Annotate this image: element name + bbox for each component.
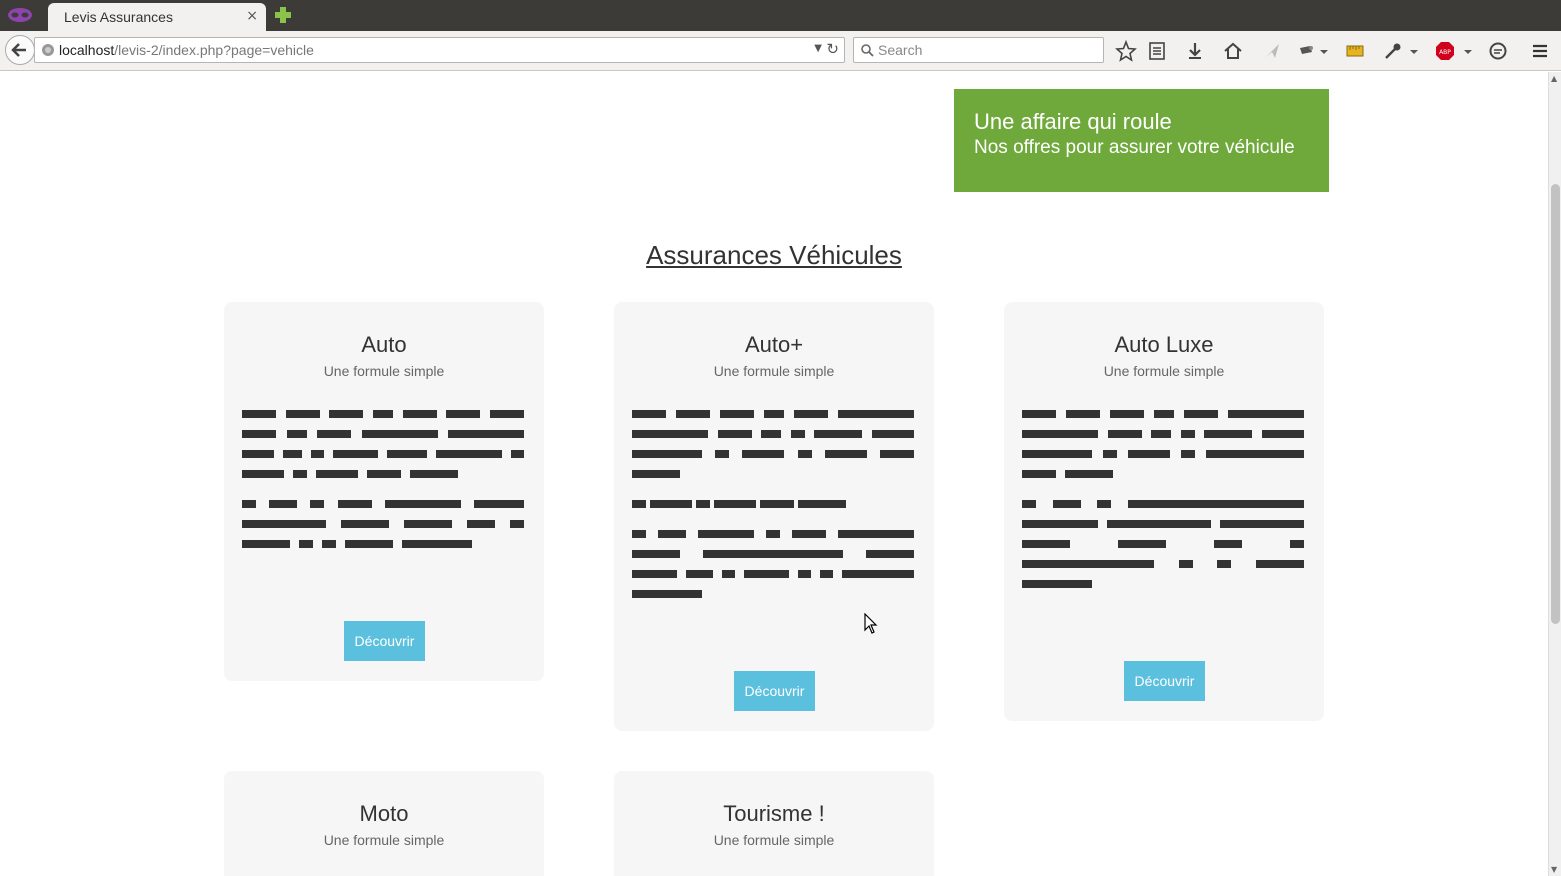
scrollbar-thumb[interactable] xyxy=(1551,184,1560,624)
tab-close-icon[interactable]: × xyxy=(246,8,258,24)
offer-card-auto: Auto Une formule simple Découvrir xyxy=(224,302,544,681)
page-viewport: Une affaire qui roule Nos offres pour as… xyxy=(0,72,1548,876)
tab-title: Levis Assurances xyxy=(64,9,173,25)
new-tab-plus-icon[interactable] xyxy=(273,5,293,25)
eyedropper-icon[interactable] xyxy=(1382,40,1404,62)
app-mask-icon[interactable] xyxy=(7,6,33,24)
card-subtitle: Une formule simple xyxy=(323,363,445,379)
offer-card-moto: Moto Une formule simple xyxy=(224,771,544,876)
ruler-icon[interactable] xyxy=(1344,40,1366,62)
reload-icon[interactable]: ↻ xyxy=(826,40,839,58)
redacted-description xyxy=(242,404,524,554)
url-host: localhost xyxy=(59,42,115,58)
navigation-toolbar: localhost/levis-2/index.php?page=vehicle… xyxy=(0,31,1561,71)
url-bar[interactable]: localhost/levis-2/index.php?page=vehicle… xyxy=(34,37,845,63)
card-title: Moto xyxy=(359,801,409,826)
home-icon[interactable] xyxy=(1222,40,1244,62)
search-placeholder: Search xyxy=(878,42,923,58)
extension-icon[interactable] xyxy=(1295,40,1317,62)
url-dropdown-icon[interactable]: ▼ xyxy=(814,43,822,54)
discover-button[interactable]: Découvrir xyxy=(734,671,815,711)
adblock-icon[interactable]: ABP xyxy=(1434,40,1456,62)
banner-title: Une affaire qui roule xyxy=(974,109,1172,134)
url-path: /levis-2/index.php?page=vehicle xyxy=(114,42,314,58)
search-bar[interactable]: Search xyxy=(853,37,1104,63)
card-subtitle: Une formule simple xyxy=(713,363,835,379)
discover-button[interactable]: Découvrir xyxy=(1124,661,1205,701)
scroll-down-icon[interactable]: ▼ xyxy=(1551,865,1557,874)
hamburger-menu-icon[interactable] xyxy=(1529,40,1551,62)
download-icon[interactable] xyxy=(1184,40,1206,62)
vertical-scrollbar[interactable]: ▲ ▼ xyxy=(1548,72,1561,876)
section-title: Assurances Véhicules xyxy=(646,240,902,270)
card-title: Auto Luxe xyxy=(1114,332,1214,357)
scroll-up-icon[interactable]: ▲ xyxy=(1551,74,1557,83)
bookmark-star-icon[interactable] xyxy=(1115,40,1137,62)
banner-subtitle: Nos offres pour assurer votre véhicule xyxy=(974,137,1295,158)
card-subtitle: Une formule simple xyxy=(713,832,835,848)
globe-icon xyxy=(42,44,54,56)
send-icon[interactable] xyxy=(1261,40,1283,62)
browser-tab[interactable]: Levis Assurances × xyxy=(48,3,266,31)
card-subtitle: Une formule simple xyxy=(323,832,445,848)
card-title: Auto+ xyxy=(744,332,804,357)
adblock-dropdown-icon[interactable] xyxy=(1462,40,1474,62)
card-title: Auto xyxy=(361,332,407,357)
svg-text:ABP: ABP xyxy=(1439,49,1451,56)
offer-card-auto-plus: Auto+ Une formule simple Découvrir xyxy=(614,302,934,731)
chat-icon[interactable] xyxy=(1487,40,1509,62)
discover-button[interactable]: Découvrir xyxy=(344,621,425,661)
back-arrow-icon xyxy=(11,43,26,57)
mouse-cursor-icon xyxy=(864,613,878,634)
eyedropper-dropdown-icon[interactable] xyxy=(1408,40,1420,62)
back-button[interactable] xyxy=(5,35,35,65)
extension-dropdown-icon[interactable] xyxy=(1318,40,1330,62)
redacted-description xyxy=(1022,404,1304,594)
offer-card-auto-luxe: Auto Luxe Une formule simple Découvrir xyxy=(1004,302,1324,721)
search-icon xyxy=(861,44,874,57)
card-title: Tourisme ! xyxy=(723,801,825,826)
offer-card-tourisme: Tourisme ! Une formule simple xyxy=(614,771,934,876)
redacted-description xyxy=(632,404,914,604)
promo-banner: Une affaire qui roule Nos offres pour as… xyxy=(954,89,1329,192)
tab-bar: Levis Assurances × xyxy=(0,0,1561,31)
url-text[interactable]: localhost/levis-2/index.php?page=vehicle xyxy=(59,42,314,58)
card-subtitle: Une formule simple xyxy=(1103,363,1225,379)
reading-list-icon[interactable] xyxy=(1146,40,1168,62)
